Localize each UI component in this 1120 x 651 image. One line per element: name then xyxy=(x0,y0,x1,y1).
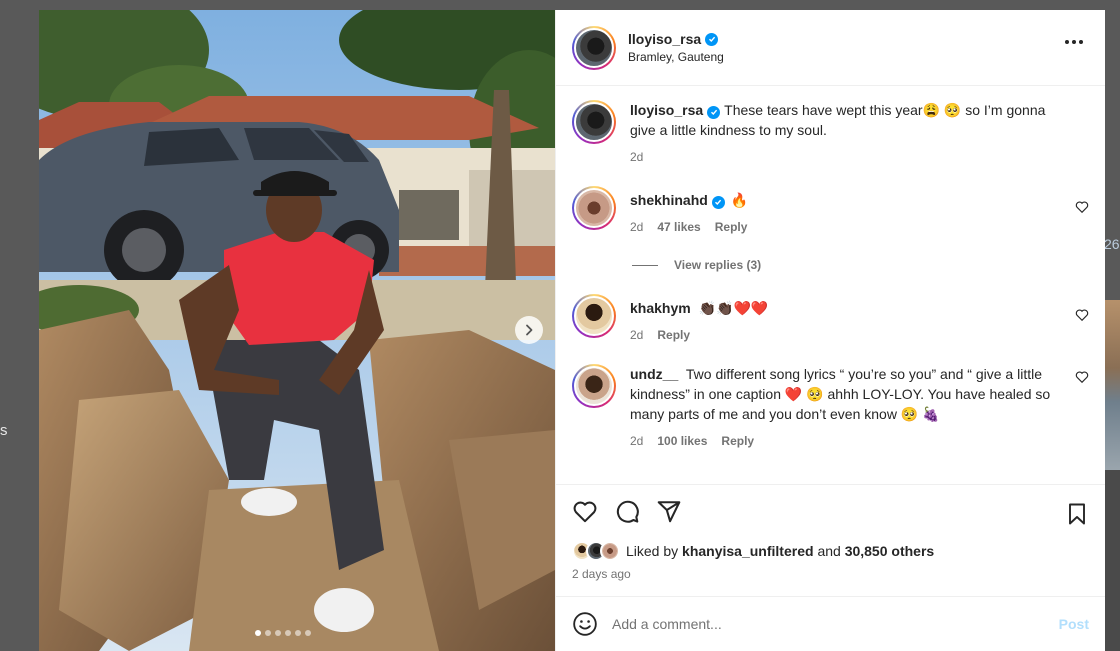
avatar[interactable] xyxy=(572,186,616,230)
liked-by-user[interactable]: khanyisa_unfiltered xyxy=(682,543,814,559)
comment-username[interactable]: undz__ xyxy=(630,366,678,382)
comment-text: Two different song lyrics “ you’re so yo… xyxy=(630,366,1051,422)
comment-username[interactable]: khakhym xyxy=(630,300,691,316)
carousel-dot[interactable] xyxy=(255,630,261,636)
post-header: lloyiso_rsa Bramley, Gauteng xyxy=(556,10,1105,86)
comment-input[interactable] xyxy=(612,616,1059,632)
avatar[interactable] xyxy=(572,294,616,338)
comment-likes[interactable]: 100 likes xyxy=(657,434,707,448)
verified-icon xyxy=(711,195,725,209)
carousel-next-button[interactable] xyxy=(515,316,543,344)
reply-button[interactable]: Reply xyxy=(715,220,748,234)
carousel-dot[interactable] xyxy=(295,630,301,636)
carousel-dot[interactable] xyxy=(265,630,271,636)
comments-list: lloyiso_rsa These tears have wept this ye… xyxy=(556,86,1105,484)
comment-text: 🔥 xyxy=(730,192,749,208)
emoji-icon[interactable] xyxy=(572,611,598,637)
reply-button[interactable]: Reply xyxy=(721,434,754,448)
liked-by-prefix: Liked by xyxy=(626,543,679,559)
post-modal: lloyiso_rsa Bramley, Gauteng lloyiso_rsa… xyxy=(39,10,1105,651)
liked-by-others[interactable]: 30,850 others xyxy=(845,543,935,559)
post-side-panel: lloyiso_rsa Bramley, Gauteng lloyiso_rsa… xyxy=(555,10,1105,651)
likes-summary: Liked by khanyisa_unfiltered and 30,850 … xyxy=(572,541,1089,561)
liked-by-connector: and xyxy=(817,543,841,559)
avatar[interactable] xyxy=(572,364,616,408)
comment-icon[interactable] xyxy=(614,499,640,525)
bookmark-icon[interactable] xyxy=(1065,501,1089,527)
caption-time: 2d xyxy=(630,150,644,164)
post-time-ago[interactable]: 2 days ago xyxy=(572,567,1089,581)
comment-row: shekhinahd 🔥 2d 47 likes Reply xyxy=(572,186,1089,234)
post-actions: Liked by khanyisa_unfiltered and 30,850 … xyxy=(556,484,1105,596)
view-replies-button[interactable]: View replies (3) xyxy=(632,258,1089,272)
reply-button[interactable]: Reply xyxy=(657,328,690,342)
comment-text: 👏🏿👏🏿❤️❤️ xyxy=(698,300,769,316)
post-location[interactable]: Bramley, Gauteng xyxy=(628,50,724,64)
backdrop-text-left: s xyxy=(0,422,8,439)
carousel-dot[interactable] xyxy=(285,630,291,636)
backdrop-text-right: 26 xyxy=(1104,236,1120,252)
verified-icon xyxy=(707,105,721,119)
caption-row: lloyiso_rsa These tears have wept this ye… xyxy=(572,100,1089,164)
comment-row: undz__ Two different song lyrics “ you’r… xyxy=(572,364,1089,448)
post-comment-button[interactable]: Post xyxy=(1059,616,1089,632)
heart-icon[interactable] xyxy=(1075,308,1089,322)
verified-icon xyxy=(705,32,719,46)
backdrop-strip xyxy=(1105,470,1120,651)
add-comment-bar: Post xyxy=(556,596,1105,651)
comment-row: khakhym 👏🏿👏🏿❤️❤️ 2d Reply xyxy=(572,294,1089,342)
caption-username[interactable]: lloyiso_rsa xyxy=(630,102,703,118)
more-icon[interactable] xyxy=(1065,40,1083,44)
share-icon[interactable] xyxy=(656,499,682,525)
carousel-dot[interactable] xyxy=(275,630,281,636)
post-author-username[interactable]: lloyiso_rsa xyxy=(628,31,701,47)
avatar[interactable] xyxy=(572,100,616,144)
carousel-dots xyxy=(255,630,311,636)
comment-time: 2d xyxy=(630,220,644,234)
backdrop-next-post-thumbnail[interactable] xyxy=(1105,300,1120,470)
post-photo-illustration xyxy=(39,10,555,651)
heart-icon[interactable] xyxy=(1075,200,1089,214)
comment-username[interactable]: shekhinahd xyxy=(630,192,708,208)
heart-icon[interactable] xyxy=(572,499,598,525)
comment-time: 2d xyxy=(630,328,644,342)
avatar[interactable] xyxy=(600,541,620,561)
view-replies-label: View replies (3) xyxy=(674,258,762,272)
comment-likes[interactable]: 47 likes xyxy=(657,220,700,234)
post-photo xyxy=(39,10,555,651)
chevron-right-icon xyxy=(526,324,533,336)
comment-time: 2d xyxy=(630,434,644,448)
avatar[interactable] xyxy=(572,25,616,70)
heart-icon[interactable] xyxy=(1075,370,1089,384)
carousel-dot[interactable] xyxy=(305,630,311,636)
